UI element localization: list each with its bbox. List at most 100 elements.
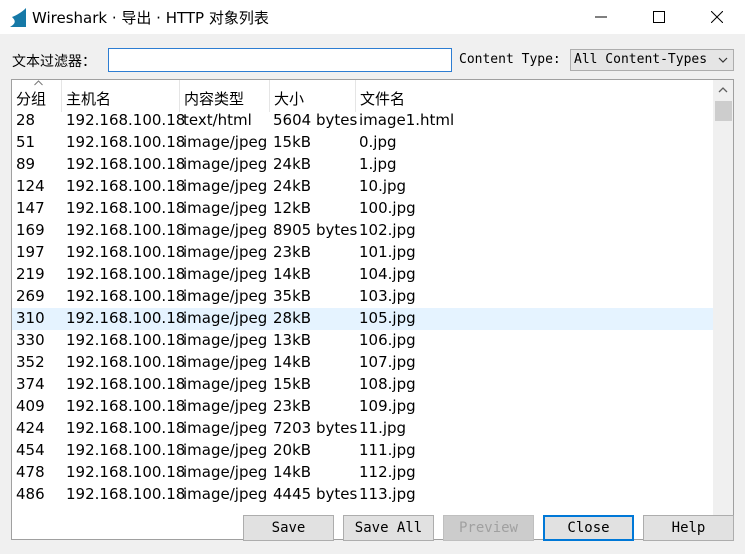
size-cell: 24kB <box>273 155 312 173</box>
help-button[interactable]: Help <box>643 515 734 541</box>
size-cell: 24kB <box>273 177 312 195</box>
table-row[interactable]: 169 192.168.100.18 image/jpeg 8905 bytes 102… <box>12 220 713 242</box>
column-label: 分组 <box>16 90 47 108</box>
chevron-up-icon <box>718 87 728 93</box>
hostname-cell: 192.168.100.18 <box>66 375 186 393</box>
packet-cell: 219 <box>16 265 45 283</box>
table-row[interactable]: 424 192.168.100.18 image/jpeg 7203 bytes 11.… <box>12 418 713 440</box>
table-row[interactable]: 219 192.168.100.18 image/jpeg 14kB 104.jpg <box>12 264 713 286</box>
content-type-dropdown[interactable]: All Content-Types <box>570 49 734 71</box>
content-type-cell: image/jpeg <box>183 155 268 173</box>
packet-cell: 424 <box>16 419 45 437</box>
column-label: 主机名 <box>66 90 112 108</box>
filename-cell: 108.jpg <box>359 375 416 393</box>
column-label: 内容类型 <box>184 90 245 108</box>
column-header-size[interactable]: 大小 <box>270 80 356 112</box>
save-all-button[interactable]: Save All <box>343 515 434 541</box>
close-button[interactable]: Close <box>543 515 634 541</box>
hostname-cell: 192.168.100.18 <box>66 287 186 305</box>
save-button[interactable]: Save <box>243 515 334 541</box>
table-row[interactable]: 269 192.168.100.18 image/jpeg 35kB 103.jpg <box>12 286 713 308</box>
content-type-cell: image/jpeg <box>183 133 268 151</box>
filename-cell: 112.jpg <box>359 463 416 481</box>
maximize-icon <box>653 11 665 23</box>
content-type-cell: image/jpeg <box>183 243 268 261</box>
hostname-cell: 192.168.100.18 <box>66 155 186 173</box>
hostname-cell: 192.168.100.18 <box>66 199 186 217</box>
filename-cell: 113.jpg <box>359 485 416 503</box>
scroll-thumb[interactable] <box>715 101 732 121</box>
column-header-filename[interactable]: 文件名 <box>356 80 713 112</box>
filename-cell: 0.jpg <box>359 133 397 151</box>
content-type-cell: image/jpeg <box>183 331 268 349</box>
text-filter-input[interactable] <box>108 48 452 72</box>
maximize-button[interactable] <box>630 0 688 34</box>
hostname-cell: 192.168.100.18 <box>66 397 186 415</box>
content-type-cell: image/jpeg <box>183 199 268 217</box>
close-window-button[interactable] <box>688 0 745 34</box>
table-row[interactable]: 197 192.168.100.18 image/jpeg 23kB 101.jpg <box>12 242 713 264</box>
column-header-packet[interactable]: 分组 <box>12 80 62 112</box>
table-row[interactable]: 330 192.168.100.18 image/jpeg 13kB 106.jpg <box>12 330 713 352</box>
size-cell: 4445 bytes <box>273 485 358 503</box>
table-row[interactable]: 89 192.168.100.18 image/jpeg 24kB 1.jpg <box>12 154 713 176</box>
table-row[interactable]: 478 192.168.100.18 image/jpeg 14kB 112.jpg <box>12 462 713 484</box>
table-row[interactable]: 352 192.168.100.18 image/jpeg 14kB 107.jpg <box>12 352 713 374</box>
content-type-cell: text/html <box>183 111 252 129</box>
size-cell: 20kB <box>273 441 312 459</box>
hostname-cell: 192.168.100.18 <box>66 353 186 371</box>
wireshark-fin-icon <box>10 8 26 27</box>
filename-cell: 1.jpg <box>359 155 397 173</box>
content-type-label: Content Type: <box>459 52 561 67</box>
table-row[interactable]: 454 192.168.100.18 image/jpeg 20kB 111.jpg <box>12 440 713 462</box>
size-cell: 14kB <box>273 265 312 283</box>
window-title: Wireshark · 导出 · HTTP 对象列表 <box>32 9 269 27</box>
packet-cell: 269 <box>16 287 45 305</box>
table-row[interactable]: 486 192.168.100.18 image/jpeg 4445 bytes 113… <box>12 484 713 506</box>
packet-cell: 51 <box>16 133 36 151</box>
scroll-up-button[interactable] <box>713 80 733 100</box>
table-row[interactable]: 310 192.168.100.18 image/jpeg 28kB 105.jpg <box>12 308 713 330</box>
size-cell: 15kB <box>273 375 312 393</box>
content-type-cell: image/jpeg <box>183 463 268 481</box>
chevron-down-icon <box>718 57 728 63</box>
filename-cell: 105.jpg <box>359 309 416 327</box>
packet-cell: 197 <box>16 243 45 261</box>
packet-cell: 478 <box>16 463 45 481</box>
table-row[interactable]: 147 192.168.100.18 image/jpeg 12kB 100.jpg <box>12 198 713 220</box>
hostname-cell: 192.168.100.18 <box>66 133 186 151</box>
content-type-cell: image/jpeg <box>183 485 268 503</box>
hostname-cell: 192.168.100.18 <box>66 419 186 437</box>
filename-cell: 11.jpg <box>359 419 407 437</box>
column-header-content-type[interactable]: 内容类型 <box>180 80 270 112</box>
table-row[interactable]: 124 192.168.100.18 image/jpeg 24kB 10.jpg <box>12 176 713 198</box>
content-type-cell: image/jpeg <box>183 309 268 327</box>
preview-button[interactable]: Preview <box>443 515 534 541</box>
close-icon <box>711 11 723 23</box>
hostname-cell: 192.168.100.18 <box>66 485 186 503</box>
size-cell: 14kB <box>273 463 312 481</box>
minimize-button[interactable] <box>572 0 630 34</box>
size-cell: 23kB <box>273 397 312 415</box>
hostname-cell: 192.168.100.18 <box>66 463 186 481</box>
content-type-cell: image/jpeg <box>183 287 268 305</box>
table-body: 28 192.168.100.18 text/html 5604 bytes image… <box>12 110 713 506</box>
content-type-cell: image/jpeg <box>183 375 268 393</box>
column-header-hostname[interactable]: 主机名 <box>62 80 180 112</box>
table-row[interactable]: 51 192.168.100.18 image/jpeg 15kB 0.jpg <box>12 132 713 154</box>
table-row[interactable]: 409 192.168.100.18 image/jpeg 23kB 109.jpg <box>12 396 713 418</box>
table-row[interactable]: 374 192.168.100.18 image/jpeg 15kB 108.jpg <box>12 374 713 396</box>
size-cell: 35kB <box>273 287 312 305</box>
title-bar: Wireshark · 导出 · HTTP 对象列表 <box>0 0 745 34</box>
hostname-cell: 192.168.100.18 <box>66 111 186 129</box>
filename-cell: 102.jpg <box>359 221 416 239</box>
filename-cell: 104.jpg <box>359 265 416 283</box>
hostname-cell: 192.168.100.18 <box>66 309 186 327</box>
packet-cell: 169 <box>16 221 45 239</box>
size-cell: 15kB <box>273 133 312 151</box>
table-row[interactable]: 28 192.168.100.18 text/html 5604 bytes image… <box>12 110 713 132</box>
packet-cell: 310 <box>16 309 45 327</box>
filename-cell: 109.jpg <box>359 397 416 415</box>
vertical-scrollbar[interactable] <box>713 80 733 539</box>
packet-cell: 28 <box>16 111 36 129</box>
